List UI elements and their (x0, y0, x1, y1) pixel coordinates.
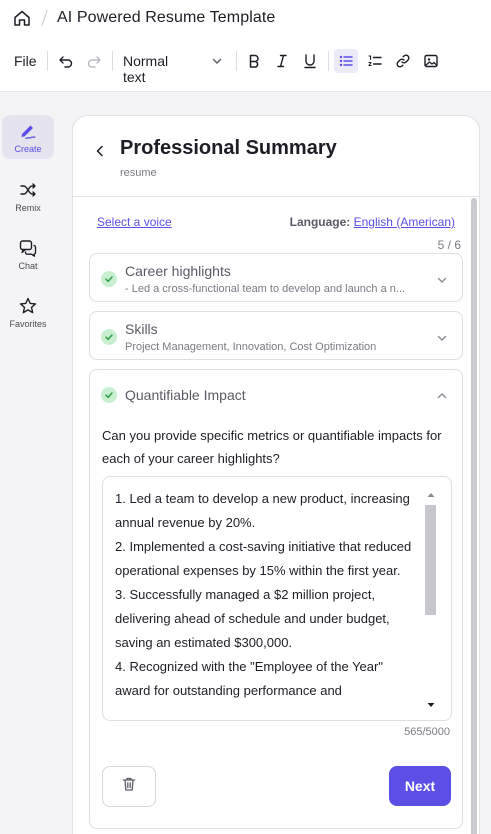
section-summary: - Led a cross-functional team to develop… (125, 283, 406, 295)
section-title: Career highlights (125, 263, 231, 279)
link-icon[interactable] (391, 49, 415, 73)
delete-button[interactable] (102, 766, 156, 807)
rail-item-remix[interactable]: Remix (2, 174, 54, 218)
select-voice-link[interactable]: Select a voice (97, 215, 172, 229)
underline-icon[interactable] (298, 49, 322, 73)
panel-scrollbar[interactable] (471, 198, 477, 834)
check-icon (101, 271, 117, 287)
question-text: Can you provide specific metrics or quan… (102, 428, 442, 466)
divider (73, 196, 479, 197)
rail-item-chat[interactable]: Chat (2, 232, 54, 276)
rail-item-favorites[interactable]: Favorites (2, 290, 54, 334)
pen-squiggle-icon (17, 120, 39, 142)
rail-label: Chat (18, 261, 38, 271)
redo-icon[interactable] (82, 49, 106, 73)
language-link[interactable]: English (American) (354, 215, 455, 229)
toolbar-divider (112, 51, 113, 71)
chevron-left-icon[interactable] (93, 144, 107, 158)
step-progress: 5 / 6 (437, 238, 461, 252)
rail-label: Favorites (9, 319, 47, 329)
top-bar: AI Powered Resume Template File Normal t… (0, 0, 491, 92)
toolbar-divider (236, 51, 237, 71)
trash-icon (121, 776, 137, 797)
chevron-down-icon[interactable] (211, 54, 223, 66)
section-skills[interactable]: Skills Project Management, Innovation, C… (89, 311, 463, 360)
file-menu[interactable]: File (14, 53, 37, 69)
answer-text[interactable]: 1. Led a team to develop a new product, … (115, 487, 415, 703)
summary-panel: Professional Summary resume Select a voi… (72, 115, 480, 834)
undo-icon[interactable] (54, 49, 78, 73)
panel-scrollbar-thumb[interactable] (471, 198, 477, 834)
chevron-up-icon[interactable] (436, 389, 448, 401)
document-title[interactable]: AI Powered Resume Template (57, 9, 275, 27)
italic-icon[interactable] (270, 49, 294, 73)
panel-subtitle: resume (120, 167, 157, 179)
section-quantifiable-impact: Quantifiable Impact Can you provide spec… (89, 369, 463, 829)
shuffle-icon (17, 179, 39, 201)
rail-label: Create (14, 144, 42, 154)
scroll-down-arrow-icon[interactable] (424, 699, 437, 711)
section-summary: Project Management, Innovation, Cost Opt… (125, 341, 377, 353)
section-career-highlights[interactable]: Career highlights - Led a cross-function… (89, 253, 463, 302)
home-icon[interactable] (12, 8, 32, 28)
toolbar-divider (328, 51, 329, 71)
language-selector: Language: English (American) (290, 215, 455, 229)
scroll-up-arrow-icon[interactable] (424, 489, 437, 501)
rail-label: Remix (15, 203, 41, 213)
answer-textarea[interactable]: 1. Led a team to develop a new product, … (102, 476, 452, 721)
answer-scrollbar-thumb[interactable] (425, 505, 436, 615)
chevron-down-icon[interactable] (436, 331, 448, 343)
image-icon[interactable] (419, 49, 443, 73)
chevron-down-icon[interactable] (436, 273, 448, 285)
chat-bubbles-icon (17, 237, 39, 259)
rail-item-create[interactable]: Create (2, 115, 54, 159)
character-count: 565/5000 (404, 726, 450, 738)
section-title[interactable]: Quantifiable Impact (125, 387, 246, 403)
breadcrumb: AI Powered Resume Template (12, 6, 275, 30)
check-icon (101, 387, 117, 403)
text-style-select[interactable]: Normal text (123, 53, 168, 85)
next-button[interactable]: Next (389, 766, 451, 806)
check-icon (101, 329, 117, 345)
bold-icon[interactable] (242, 49, 266, 73)
breadcrumb-separator (41, 10, 48, 26)
answer-scrollbar[interactable] (424, 489, 437, 711)
numbered-list-icon[interactable] (363, 49, 387, 73)
panel-title: Professional Summary (120, 137, 337, 159)
language-label: Language: (289, 215, 351, 229)
toolbar-divider (47, 51, 48, 71)
star-icon (17, 295, 39, 317)
section-title: Skills (125, 321, 158, 337)
bullet-list-icon[interactable] (334, 49, 358, 73)
